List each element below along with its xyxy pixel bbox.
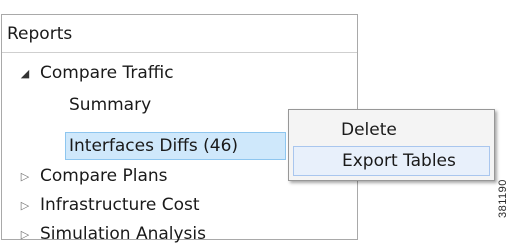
context-menu: Delete Export Tables	[288, 109, 495, 181]
panel-header: Reports	[2, 15, 357, 53]
screenshot-canvas: Reports ◢ Compare Traffic Summary Interf…	[0, 0, 511, 250]
collapsed-triangle-icon[interactable]: ▷	[18, 170, 32, 183]
tree-item-compare-plans[interactable]: ▷ Compare Plans	[18, 162, 168, 190]
menu-item-export-tables[interactable]: Export Tables	[293, 146, 490, 176]
menu-item-label: Export Tables	[342, 151, 456, 171]
tree-item-interfaces-diffs[interactable]: Interfaces Diffs (46)	[69, 132, 238, 160]
tree-item-label: Infrastructure Cost	[40, 195, 200, 215]
collapsed-triangle-icon[interactable]: ▷	[18, 228, 32, 241]
figure-id-label: 381190	[497, 179, 509, 218]
menu-item-label: Delete	[341, 120, 397, 140]
tree-item-simulation-analysis[interactable]: ▷ Simulation Analysis	[18, 220, 206, 248]
tree-item-compare-traffic[interactable]: ◢ Compare Traffic	[18, 59, 174, 87]
tree-item-label: Simulation Analysis	[40, 224, 206, 244]
tree-item-label: Compare Plans	[40, 166, 168, 186]
panel-title: Reports	[7, 24, 73, 44]
expanded-triangle-icon[interactable]: ◢	[18, 67, 32, 80]
tree-item-label: Summary	[69, 95, 152, 115]
menu-item-delete[interactable]: Delete	[293, 115, 490, 145]
tree-item-label: Interfaces Diffs (46)	[69, 136, 239, 156]
tree-item-infrastructure-cost[interactable]: ▷ Infrastructure Cost	[18, 191, 200, 219]
tree-item-label: Compare Traffic	[40, 63, 174, 83]
collapsed-triangle-icon[interactable]: ▷	[18, 199, 32, 212]
tree-item-summary[interactable]: Summary	[69, 91, 151, 119]
